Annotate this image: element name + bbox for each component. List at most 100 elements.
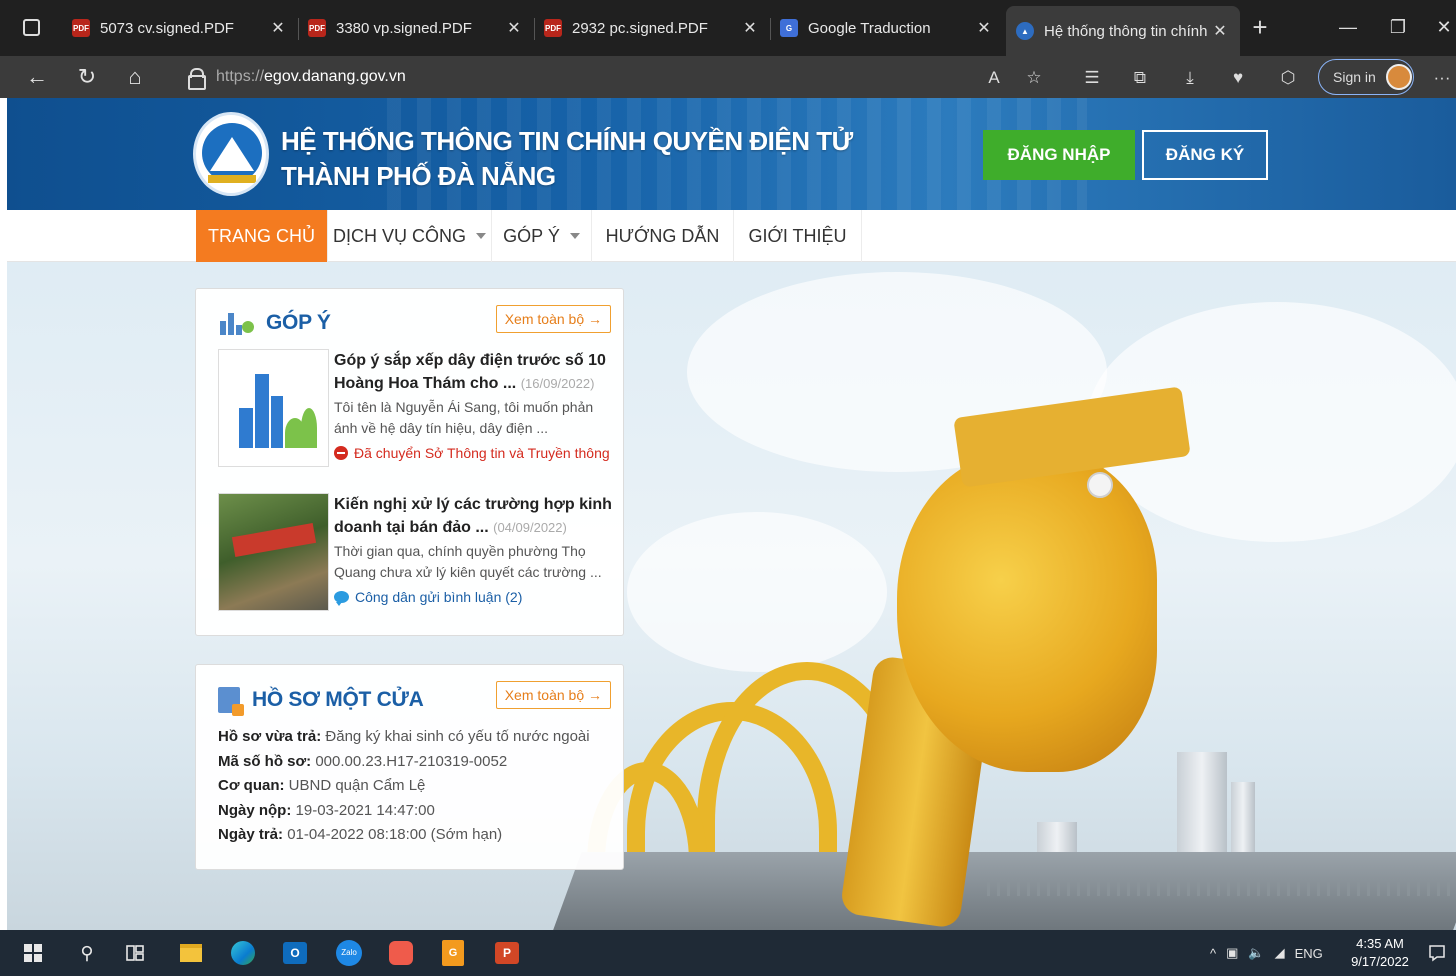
tab-title: 5073 cv.signed.PDF [100, 19, 234, 37]
network-icon[interactable]: ◢ [1275, 945, 1285, 961]
browser-tab[interactable]: PDF 2932 pc.signed.PDF ✕ [534, 6, 770, 50]
nav-item-home[interactable]: TRANG CHỦ [196, 210, 328, 262]
view-all-feedback-button[interactable]: Xem toàn bộ → [495, 305, 611, 333]
record-label: Cơ quan: [218, 777, 285, 794]
records-card-header: HỒ SƠ MỘT CỬA [218, 687, 424, 716]
edge-browser-icon[interactable] [228, 938, 258, 968]
close-icon[interactable]: ✕ [504, 18, 524, 38]
volume-icon[interactable]: 🔈 [1248, 945, 1264, 961]
feedback-card: GÓP Ý Xem toàn bộ → Góp ý sắp xếp dây đi… [195, 288, 624, 636]
file-explorer-icon[interactable] [176, 938, 206, 968]
powerpoint-icon[interactable]: P [492, 938, 522, 968]
pdf-icon: PDF [72, 19, 90, 37]
windows-taskbar: ⚲ O Zalo G P ^ ▣ 🔈 ◢ ENG 4:35 AM 9/17/20… [0, 930, 1456, 976]
close-window-icon[interactable]: ✕ [1424, 12, 1456, 42]
outlook-icon[interactable]: O [280, 938, 310, 968]
browser-tab-active[interactable]: ▲ Hệ thống thông tin chính quyền điện tử… [1006, 6, 1240, 56]
sign-in-button[interactable]: Sign in [1318, 59, 1414, 95]
app-icon[interactable] [386, 938, 416, 968]
feedback-card-title: GÓP Ý [266, 311, 331, 334]
document-icon [218, 687, 244, 716]
record-row: Hồ sơ vừa trả: Đăng ký khai sinh có yếu … [218, 725, 590, 750]
browser-tab[interactable]: PDF 5073 cv.signed.PDF ✕ [62, 6, 298, 50]
feedback-item-excerpt: Thời gian qua, chính quyền phường Thọ Qu… [334, 543, 602, 580]
tab-title: 2932 pc.signed.PDF [572, 19, 708, 37]
close-icon[interactable]: ✕ [1210, 21, 1230, 41]
new-tab-icon[interactable]: + [1246, 12, 1274, 44]
downloads-icon[interactable]: ⤓ [1178, 66, 1202, 90]
minimize-icon[interactable]: — [1328, 12, 1368, 42]
clock-date: 9/17/2022 [1351, 954, 1409, 969]
input-language[interactable]: ENG [1295, 946, 1323, 961]
feedback-item[interactable]: Góp ý sắp xếp dây điện trước số 10 Hoàng… [218, 349, 618, 469]
tab-actions-icon[interactable] [18, 14, 44, 40]
feedback-card-header: GÓP Ý [218, 311, 331, 335]
system-clock[interactable]: 4:35 AM 9/17/2022 [1350, 935, 1410, 971]
system-tray: ^ ▣ 🔈 ◢ ENG [1210, 930, 1323, 976]
record-label: Ngày trả: [218, 826, 284, 843]
more-options-icon[interactable]: ··· [1430, 66, 1454, 90]
close-icon[interactable]: ✕ [974, 18, 994, 38]
view-all-records-button[interactable]: Xem toàn bộ → [495, 681, 611, 709]
nav-item-about[interactable]: GIỚI THIỆU [734, 210, 862, 262]
nav-item-guide[interactable]: HƯỚNG DẪN [592, 210, 734, 262]
close-icon[interactable]: ✕ [268, 18, 288, 38]
url-scheme: https:// [216, 68, 265, 85]
record-label: Hồ sơ vừa trả: [218, 728, 322, 745]
browser-essentials-icon[interactable]: ♥ [1226, 66, 1250, 90]
feedback-thumbnail[interactable] [218, 349, 329, 467]
nav-label: GÓP Ý [503, 225, 560, 246]
browser-tab[interactable]: PDF 3380 vp.signed.PDF ✕ [298, 6, 534, 50]
minus-circle-icon [334, 446, 348, 460]
read-aloud-icon[interactable]: A [982, 66, 1006, 90]
record-value: UBND quận Cẩm Lệ [288, 777, 426, 794]
pdf-icon: PDF [308, 19, 326, 37]
zalo-icon[interactable]: Zalo [334, 938, 364, 968]
address-bar-row: ← ↻ ⌂ https://egov.danang.gov.vn A ☆ ☰ ⧉… [0, 56, 1456, 98]
feedback-thumbnail[interactable] [218, 493, 329, 611]
feedback-item-comments[interactable]: Công dân gửi bình luận (2) [334, 589, 618, 606]
feedback-item[interactable]: Kiến nghị xử lý các trường hợp kinh doan… [218, 493, 618, 613]
google-translate-icon: G [780, 19, 798, 37]
feedback-item-excerpt: Tôi tên là Nguyễn Ái Sang, tôi muốn phản… [334, 399, 594, 436]
restore-icon[interactable]: ❐ [1378, 12, 1418, 42]
nav-item-public-services[interactable]: DỊCH VỤ CÔNG [328, 210, 492, 262]
search-icon[interactable]: ⚲ [72, 938, 102, 968]
comment-icon [334, 591, 349, 606]
foxit-pdf-icon[interactable]: G [438, 938, 468, 968]
record-row: Ngày nộp: 19-03-2021 14:47:00 [218, 799, 590, 824]
login-button[interactable]: ĐĂNG NHẬP [983, 130, 1135, 180]
lock-icon[interactable] [188, 68, 206, 90]
register-button[interactable]: ĐĂNG KÝ [1142, 130, 1268, 180]
records-card-title: HỒ SƠ MỘT CỬA [252, 688, 424, 711]
chevron-down-icon [569, 233, 580, 239]
notifications-icon[interactable] [1422, 938, 1452, 968]
danang-logo[interactable] [193, 112, 269, 196]
favorites-icon[interactable]: ☰ [1080, 66, 1104, 90]
close-icon[interactable]: ✕ [740, 18, 760, 38]
record-value: 19-03-2021 14:47:00 [295, 801, 435, 819]
collections-icon[interactable]: ⧉ [1128, 66, 1152, 90]
browser-tab[interactable]: G Google Traduction ✕ [770, 6, 1004, 50]
chevron-up-icon[interactable]: ^ [1210, 946, 1216, 961]
feedback-item-title[interactable]: Kiến nghị xử lý các trường hợp kinh doan… [334, 496, 612, 536]
danang-icon: ▲ [1016, 22, 1034, 40]
avatar [1385, 64, 1412, 90]
nav-item-feedback[interactable]: GÓP Ý [492, 210, 592, 262]
feedback-status-label: Đã chuyển Sở Thông tin và Truyền thông [354, 445, 610, 461]
feedback-item-status: Đã chuyển Sở Thông tin và Truyền thông [334, 445, 618, 461]
nav-label: DỊCH VỤ CÔNG [332, 225, 466, 246]
windows-start-icon[interactable] [18, 938, 48, 968]
meet-now-icon[interactable]: ▣ [1226, 945, 1238, 961]
site-title-line2: THÀNH PHỐ ĐÀ NẴNG [281, 161, 556, 191]
task-view-icon[interactable] [120, 938, 150, 968]
extensions-icon[interactable]: ⬡ [1276, 66, 1300, 90]
url-host: egov.danang.gov.vn [264, 68, 406, 85]
record-value: Đăng ký khai sinh có yếu tố nước ngoài [325, 728, 590, 745]
refresh-icon[interactable]: ↻ [72, 62, 102, 92]
home-icon[interactable]: ⌂ [120, 62, 150, 92]
site-title-line1: HỆ THỐNG THÔNG TIN CHÍNH QUYỀN ĐIỆN TỬ [281, 126, 853, 156]
add-favorite-icon[interactable]: ☆ [1022, 66, 1046, 90]
record-label: Ngày nộp: [218, 801, 292, 819]
back-icon[interactable]: ← [22, 62, 52, 92]
